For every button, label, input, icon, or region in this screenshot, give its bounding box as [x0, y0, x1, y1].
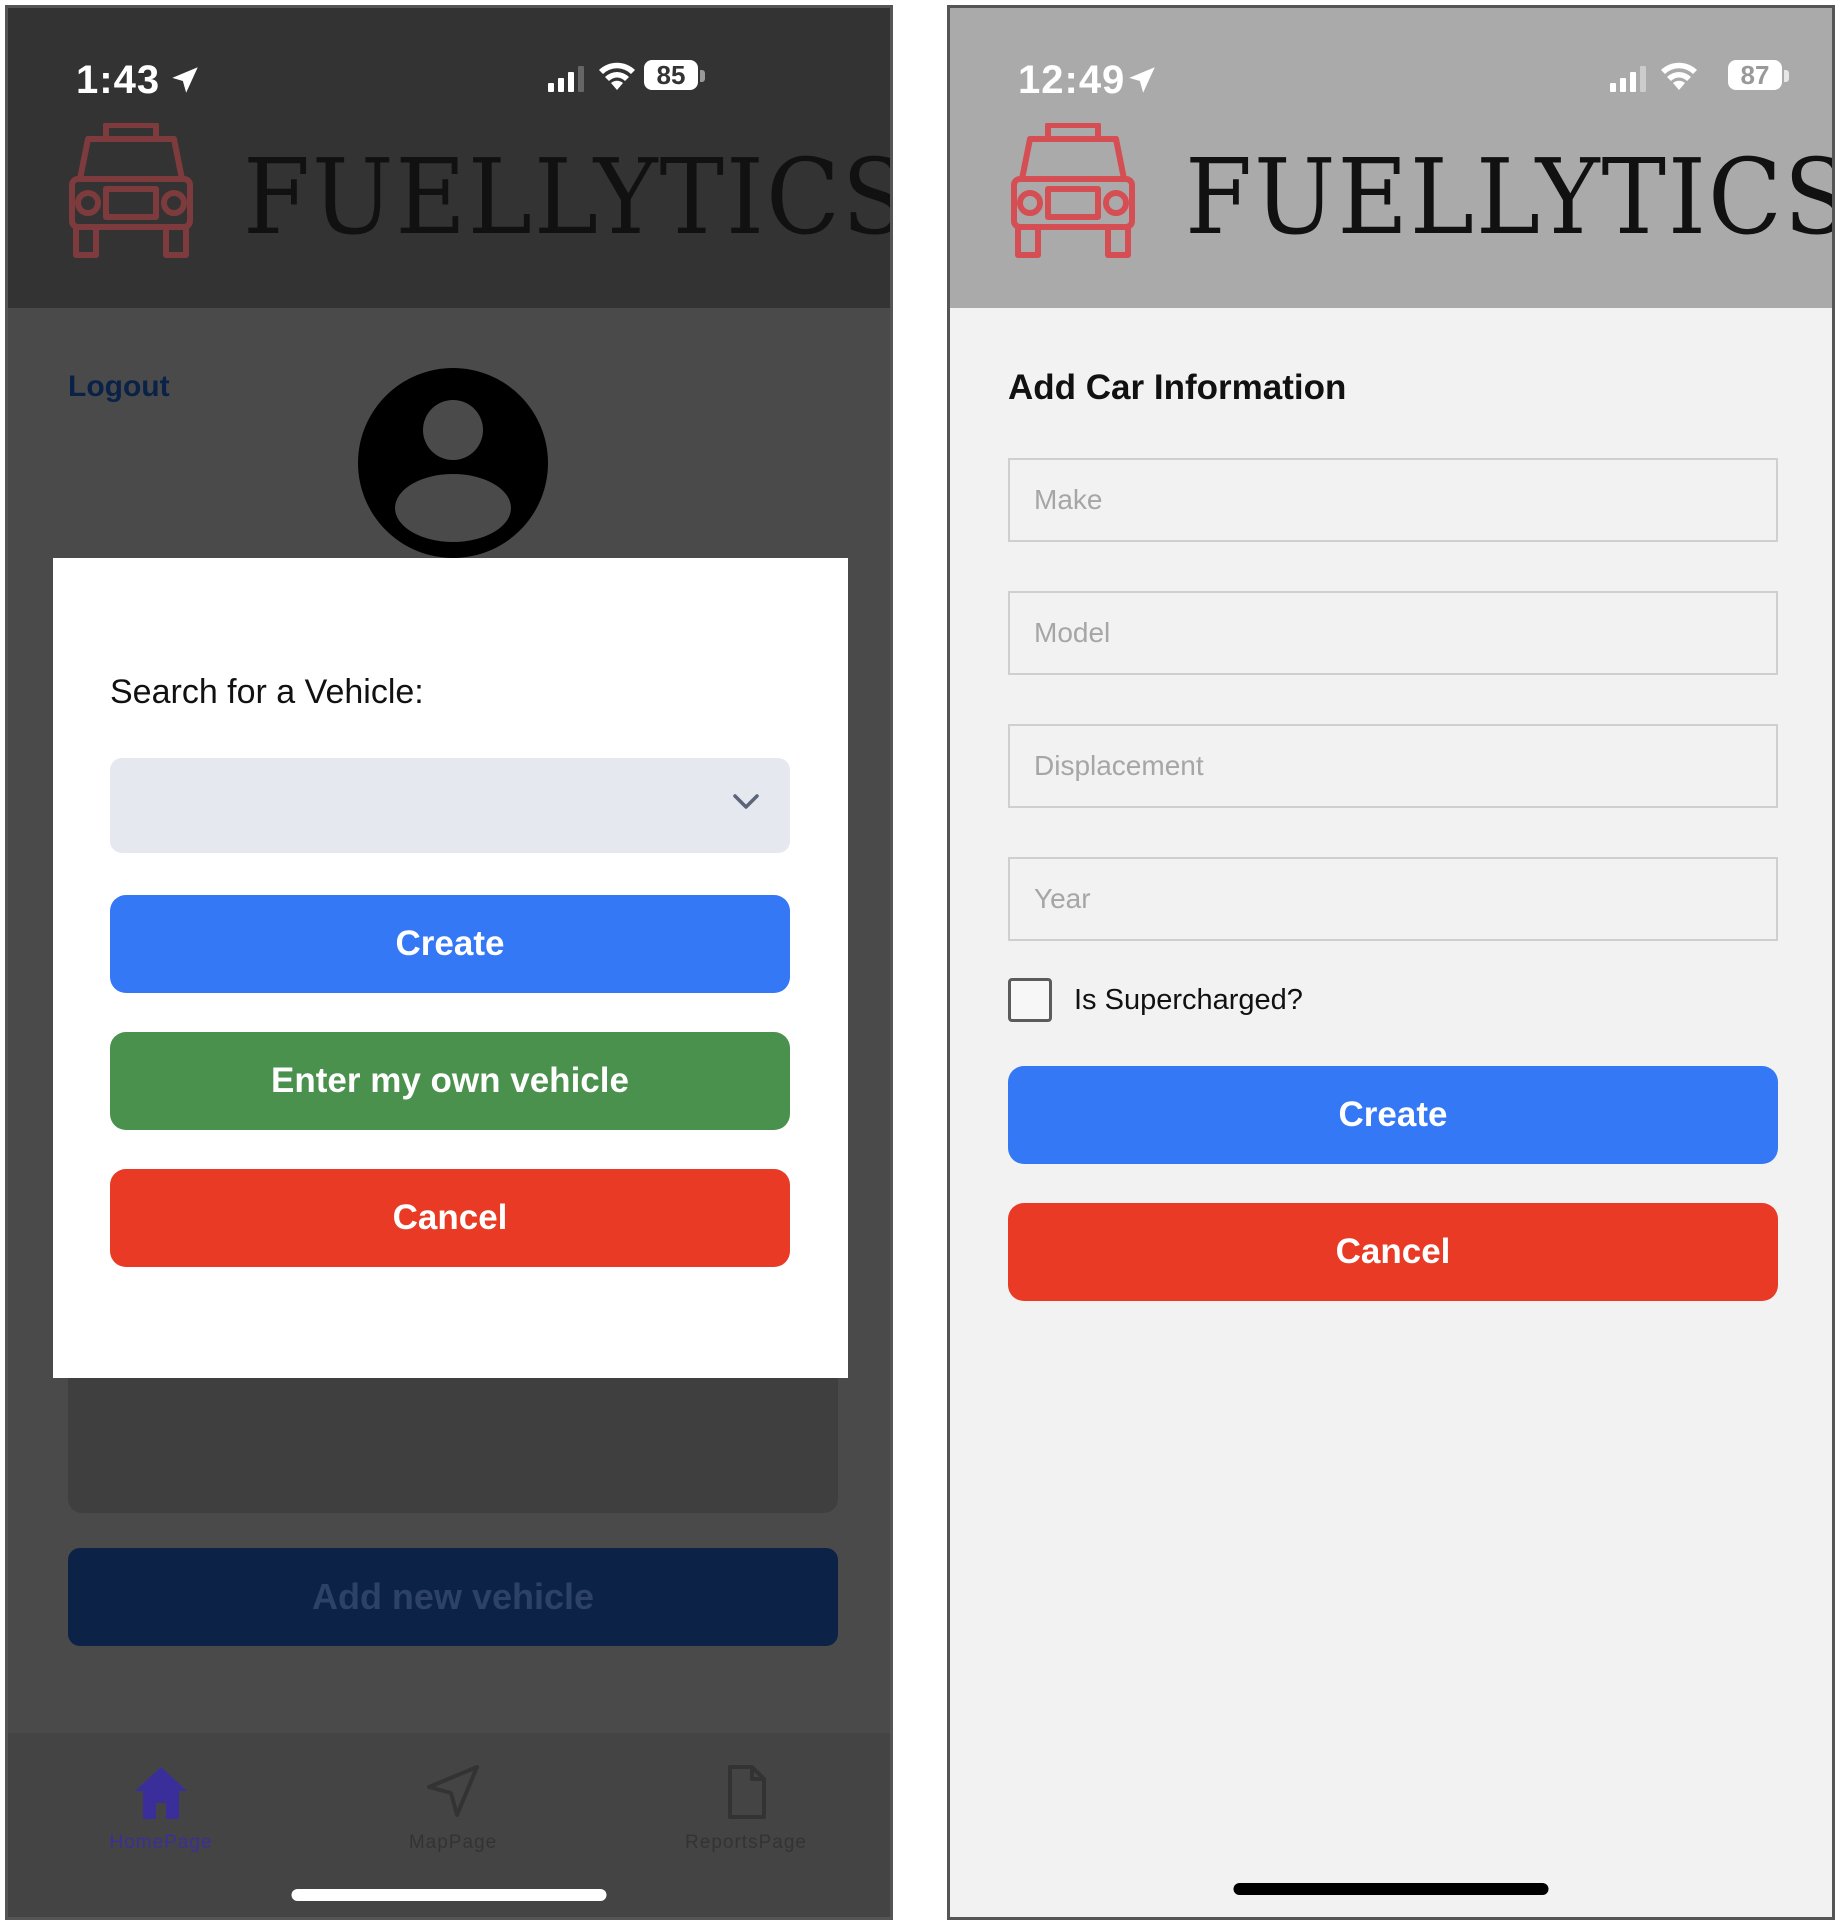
home-indicator: [1233, 1883, 1549, 1895]
page-title: Add Car Information: [1008, 368, 1347, 407]
displacement-input[interactable]: [1010, 726, 1776, 806]
cancel-button[interactable]: Cancel: [1008, 1203, 1778, 1301]
truck-logo-icon: [1011, 123, 1135, 258]
supercharged-checkbox[interactable]: [1008, 978, 1052, 1022]
app-header: 1:43 85 FUELLYTICS: [8, 8, 890, 308]
create-button[interactable]: Create: [1008, 1066, 1778, 1164]
status-time: 12:49: [1018, 58, 1126, 102]
navigation-arrow-icon: [427, 1765, 479, 1817]
battery-tip: [700, 70, 705, 82]
home-icon: [135, 1767, 187, 1819]
vehicle-search-modal: Search for a Vehicle: Create Enter my ow…: [53, 558, 848, 1378]
battery-indicator: 87: [1728, 60, 1782, 90]
phone-screen-home: 1:43 85 FUELLYTICS Logout Add new vehicl…: [5, 5, 893, 1920]
battery-indicator: 85: [644, 60, 698, 90]
cellular-signal-icon: [548, 66, 584, 92]
location-arrow-icon: [1129, 67, 1155, 93]
wifi-icon: [1661, 62, 1697, 90]
supercharged-label: Is Supercharged?: [1074, 984, 1303, 1016]
home-indicator: [291, 1889, 607, 1901]
make-field: [1008, 458, 1778, 542]
cancel-button[interactable]: Cancel: [110, 1169, 790, 1267]
app-header: 12:49 87 FUELLYTICS: [950, 8, 1832, 308]
create-button[interactable]: Create: [110, 895, 790, 993]
modal-title: Search for a Vehicle:: [110, 673, 424, 711]
tab-homepage[interactable]: HomePage: [61, 1763, 261, 1854]
tab-reportspage[interactable]: ReportsPage: [646, 1763, 846, 1854]
year-field: [1008, 857, 1778, 941]
battery-tip: [1784, 70, 1789, 82]
tab-label-reportspage: ReportsPage: [685, 1832, 807, 1853]
tab-label-mappage: MapPage: [408, 1832, 498, 1853]
user-avatar-icon[interactable]: [358, 368, 548, 558]
logout-link[interactable]: Logout: [68, 370, 170, 404]
app-brand-name: FUELLYTICS: [1185, 136, 1835, 258]
model-field: [1008, 591, 1778, 675]
status-time: 1:43: [76, 58, 161, 102]
chevron-down-icon: [733, 794, 759, 809]
displacement-field: [1008, 724, 1778, 808]
tab-label-homepage: HomePage: [109, 1832, 213, 1853]
location-arrow-icon: [172, 67, 198, 93]
tab-mappage[interactable]: MapPage: [353, 1763, 553, 1854]
enter-own-vehicle-button[interactable]: Enter my own vehicle: [110, 1032, 790, 1130]
phone-screen-add-car: 12:49 87 FUELLYTICS Add Car Information: [947, 5, 1835, 1920]
document-icon: [728, 1765, 766, 1819]
add-new-vehicle-button[interactable]: Add new vehicle: [68, 1548, 838, 1646]
vehicle-select-dropdown[interactable]: [110, 758, 790, 853]
bottom-tab-bar: HomePage MapPage ReportsPage: [8, 1733, 890, 1917]
make-input[interactable]: [1010, 460, 1776, 540]
truck-logo-icon: [69, 123, 193, 258]
year-input[interactable]: [1010, 859, 1776, 939]
model-input[interactable]: [1010, 593, 1776, 673]
wifi-icon: [599, 62, 635, 90]
cellular-signal-icon: [1610, 66, 1646, 92]
app-brand-name: FUELLYTICS: [243, 136, 893, 258]
